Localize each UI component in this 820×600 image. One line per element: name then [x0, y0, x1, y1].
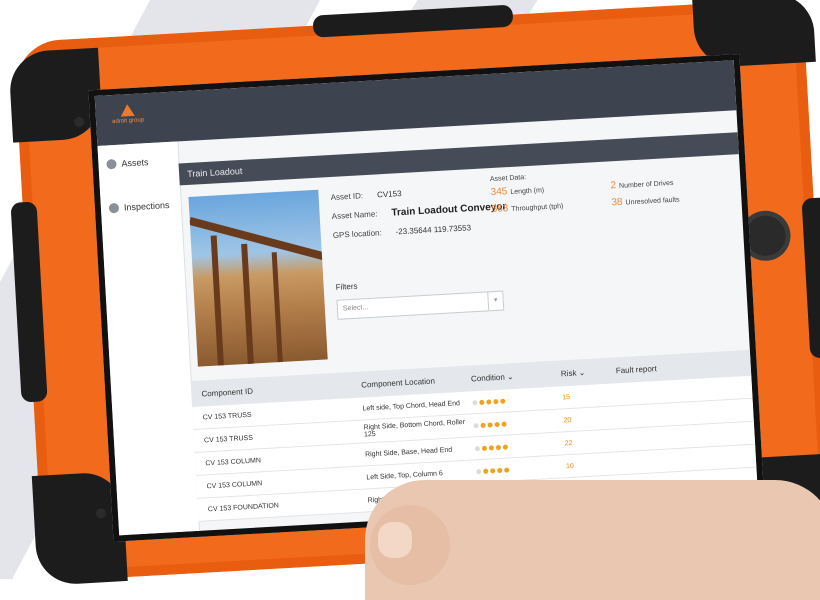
- home-button[interactable]: [744, 214, 787, 257]
- condition-dot: [487, 421, 493, 428]
- component-location: Right Side, Bottom Chord, Roller 125: [363, 418, 466, 439]
- risk-value: 22: [564, 439, 573, 447]
- condition-indicator: [474, 441, 565, 451]
- sort-icon: ⌄: [578, 367, 586, 377]
- condition-dot: [494, 421, 500, 427]
- logo-icon: [120, 103, 135, 117]
- col-fault-report[interactable]: Fault report: [616, 358, 751, 375]
- col-risk[interactable]: Risk ⌄: [561, 366, 616, 378]
- condition-dot: [501, 421, 507, 427]
- stat-faults: 38 Unresolved faults: [611, 196, 680, 209]
- condition-dot: [473, 422, 479, 428]
- chevron-down-icon: ▾: [487, 291, 504, 311]
- condition-indicator: [476, 464, 566, 474]
- col-condition[interactable]: Condition ⌄: [471, 369, 561, 383]
- conveyor-beam: [188, 217, 327, 261]
- component-location: Right Side, Base, Head End: [364, 446, 453, 458]
- condition-dot: [490, 467, 496, 474]
- col-location[interactable]: Component Location: [361, 374, 471, 389]
- condition-dot: [481, 445, 488, 451]
- condition-dot: [497, 467, 503, 473]
- main-content: Train Loadout Asset ID: CV153 Asset Name:…: [177, 110, 758, 531]
- condition-dot: [500, 398, 506, 404]
- sidebar-item-label: Inspections: [123, 200, 170, 213]
- asset-info: Asset ID: CV153 Asset Name: Train Loadout …: [330, 183, 508, 249]
- sidebar-item-inspections[interactable]: Inspections: [100, 185, 182, 233]
- column: [241, 243, 255, 367]
- asset-data: Asset Data: 345 Length (m) 2 Number of Dri…: [490, 163, 732, 215]
- assets-icon: [106, 158, 117, 170]
- condition-dot: [504, 466, 510, 473]
- fault-report[interactable]: [618, 410, 753, 418]
- filter-select[interactable]: Select... ▾: [336, 290, 505, 320]
- stat-throughput: 563 Throughput (tph): [491, 203, 564, 216]
- condition-dot: [495, 444, 502, 450]
- inspections-icon: [108, 202, 120, 214]
- column: [271, 252, 284, 367]
- condition-dot: [486, 398, 492, 405]
- risk-value: 15: [562, 393, 571, 401]
- condition-dot: [476, 468, 482, 474]
- component-id: CV 153 TRUSS: [202, 411, 252, 421]
- sidebar-item-assets[interactable]: Assets: [97, 141, 179, 189]
- component-id: CV 153 FOUNDATION: [207, 501, 280, 513]
- fault-report[interactable]: [621, 456, 756, 464]
- filters-label: Filters: [335, 281, 358, 292]
- risk-value: 10: [565, 462, 575, 470]
- gps-label: GPS location:: [332, 228, 382, 240]
- column: [210, 235, 225, 367]
- condition-dot: [483, 468, 489, 474]
- component-location: Left side, Top Chord, Head End: [362, 399, 461, 413]
- condition-dot: [488, 444, 495, 451]
- thumbnail-nail: [378, 522, 412, 558]
- condition-dot: [474, 445, 481, 451]
- condition-indicator: [472, 395, 562, 405]
- fault-report[interactable]: [620, 433, 755, 441]
- condition-dot: [479, 399, 485, 405]
- bumper: [312, 4, 514, 38]
- stat-drives: 2 Number of Drives: [610, 179, 674, 192]
- asset-id-value: CV153: [376, 189, 402, 200]
- gps-value: -23.35644 119.73553: [395, 223, 472, 237]
- filter-placeholder: Select...: [342, 304, 369, 313]
- bumper: [801, 197, 820, 359]
- sort-icon: ⌄: [506, 371, 514, 381]
- app-logo[interactable]: adroit group: [109, 103, 146, 125]
- component-id: CV 153 TRUSS: [203, 434, 254, 444]
- stat-length: 345 Length (m): [490, 186, 545, 199]
- condition-dot: [502, 444, 509, 450]
- sidebar-item-label: Assets: [121, 157, 149, 169]
- risk-value: 20: [563, 416, 572, 424]
- condition-indicator: [473, 418, 563, 428]
- asset-id-label: Asset ID:: [330, 191, 364, 203]
- asset-photo: [188, 189, 328, 367]
- condition-dot: [493, 398, 499, 404]
- condition-dot: [472, 399, 478, 405]
- col-component-id[interactable]: Component ID: [201, 380, 361, 398]
- asset-name-value: Train Loadout Conveyor: [391, 201, 507, 219]
- component-id: CV 153 COLUMN: [205, 456, 262, 467]
- asset-name-label: Asset Name:: [331, 209, 378, 221]
- component-id: CV 153 COLUMN: [206, 479, 263, 490]
- logo-text: adroit group: [111, 117, 145, 126]
- condition-dot: [480, 422, 486, 428]
- tablet-screen: adroit group Assets Inspections Train Lo…: [88, 53, 765, 542]
- fault-report[interactable]: [617, 387, 752, 395]
- component-location: Left Side, Top, Column 6: [366, 469, 443, 481]
- filters: Filters Select... ▾: [335, 274, 505, 320]
